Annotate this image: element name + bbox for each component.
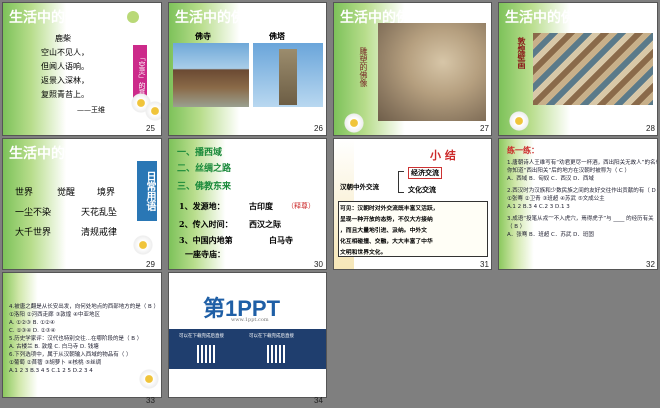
question-line: ①洛阳 ②河西走廊 ③敦煌 ④中亚地区 — [9, 312, 100, 318]
question-line: A．西域 B．匈奴 C．西汉 D．西域 — [507, 176, 594, 182]
side-label: 日常用语 — [137, 161, 157, 221]
info-text: 可以在下载完成后直接 — [179, 334, 224, 339]
question-line: ①张骞 ②卫青 ③班超 ④苏武 ⑤文成公主 — [507, 196, 605, 202]
poem-line: 返景入深林， — [41, 76, 89, 85]
question-line: 4.被唐之翻是从长安出发，向何处地点的西部地方的是（ B ） — [9, 304, 160, 310]
flower-icon — [344, 113, 364, 133]
slide-number: 33 — [146, 396, 155, 405]
slide-thumb-31[interactable]: 小 结 汉朝中外交流 经济交流 文化交流 可见：汉朝时对外交流既丰富又活跃， 呈… — [333, 138, 492, 270]
flower-icon — [133, 235, 153, 255]
question-line: A.1 2 3 B.3 4 5 C.1 2 5 D.2 3 4 — [9, 368, 93, 374]
section-item: 三、佛教东来 — [177, 182, 232, 192]
word: 世界 — [15, 188, 34, 198]
branch-item: 文化交流 — [408, 185, 436, 194]
label-pagoda: 佛塔 — [269, 31, 285, 41]
slide-thumb-30[interactable]: 一、播西域 二、丝绸之路 三、佛教东来 1、发源地： 古印度 （释尊） 2、传入… — [168, 138, 327, 270]
question-line: ①葡萄 ②苜蓿 ③胡萝卜 ④核桃 ⑤丝绸 — [9, 360, 102, 366]
word: 觉醒 — [57, 188, 76, 198]
question-line: 6.下列选项中，属于从汉朝输入西域的物品有（ ） — [9, 352, 132, 358]
slide-title: 生活中的佛教 — [505, 10, 589, 26]
summary-line: 呈现一种开放的态势，不仅大方接纳 — [340, 217, 433, 223]
summary-line: 可见：汉朝时对外交流既丰富又活跃， — [340, 206, 439, 212]
slide-thumb-25[interactable]: 生活中的佛教 鹿柴 空山不见人， 但闻人语响。 返景入深林， 复照青苔上。 ——… — [2, 2, 162, 136]
slide-thumb-33[interactable]: 4.被唐之翻是从长安出发，向何处地点的西部地方的是（ B ） ①洛阳 ②河西走廊… — [2, 272, 162, 398]
pagoda-photo — [253, 43, 323, 107]
poem-line: 复照青苔上。 — [41, 90, 89, 99]
slide-thumb-34[interactable]: 第1PPT www.1ppt.com 可以在下载完成后直接 可以在下载完成后直接 — [168, 272, 327, 398]
slide-thumb-27[interactable]: 生活中的佛教 雕塑的佛像 — [333, 2, 492, 136]
slide-number: 29 — [146, 260, 155, 269]
buddha-statue-photo — [378, 23, 486, 121]
question-line: A. ①②③ B. ①②④ — [9, 320, 55, 326]
word: 清规戒律 — [81, 228, 118, 238]
slide-thumb-28[interactable]: 生活中的佛教 敦煌壁画 — [498, 2, 658, 136]
point-label: 1、发源地： — [179, 201, 225, 211]
slide-number: 25 — [146, 124, 155, 133]
dunhuang-mural-photo — [533, 33, 653, 105]
question-line: 3.成语“投笔从戎”“不入虎穴，焉得虎子”与 ____ 的经历有关 — [507, 216, 654, 222]
question-line: （ B ） — [507, 224, 526, 230]
center-label: 汉朝中外交流 — [340, 183, 379, 191]
slide-title: 生活中的佛教 — [9, 146, 93, 162]
slide-thumb-32[interactable]: 练一练： 1.唐朝诗人王维写有“劝君更尽一杯酒，西出阳关无故人”的名句， 你知道… — [498, 138, 658, 270]
slide-number: 28 — [646, 124, 655, 133]
slide-title: 生活中的佛教 — [175, 10, 259, 26]
poem-title: 鹿柴 — [55, 34, 71, 43]
branch-bracket — [398, 171, 404, 193]
word: 一尘不染 — [15, 208, 52, 218]
question-line: C. ①③④ D. ②③④ — [9, 328, 56, 334]
slide-thumb-29[interactable]: 生活中的佛教 世界 觉醒 境界 一尘不染 天花乱坠 大千世界 清规戒律 日常用语 — [2, 138, 162, 270]
point-note: （释尊） — [287, 202, 315, 210]
info-text: 可以在下载完成后直接 — [249, 334, 294, 339]
qr-code-icon — [197, 345, 215, 363]
poem-line: 但闻人语响。 — [41, 62, 89, 71]
qr-code-icon — [267, 345, 285, 363]
caption-buddha: 雕塑的佛像 — [359, 47, 368, 87]
question-line: 2.西汉时为汉族和少数民族之间的友好交往作出贡献的有（ D ） — [507, 188, 658, 194]
section-item: 一、播西域 — [177, 148, 223, 158]
section-item: 二、丝绸之路 — [177, 164, 232, 174]
point-value: 西汉之际 — [249, 219, 281, 229]
point-label: 3、中国内地第 — [179, 235, 233, 245]
label-temple: 佛寺 — [195, 31, 211, 41]
slide-thumb-26[interactable]: 生活中的佛教 佛寺 佛塔 — [168, 2, 327, 136]
question-line: 1.唐朝诗人王维写有“劝君更尽一杯酒，西出阳关无故人”的名句， — [507, 160, 658, 166]
caption-mural: 敦煌壁画 — [517, 37, 527, 69]
question-line: A. 古楼兰 B. 敦煌 C. 白马寺 D. 钱塘 — [9, 344, 99, 350]
poem-line: 空山不见人， — [41, 48, 89, 57]
summary-line: ，而且大量地引进、汲纳。中外文 — [340, 228, 427, 234]
point-value: 白马寺 — [269, 235, 293, 245]
word: 境界 — [97, 188, 116, 198]
flower-icon — [509, 111, 529, 131]
summary-line: 文明和世界文化。 — [340, 250, 387, 256]
logo-sub: www.1ppt.com — [231, 317, 269, 323]
branch-item: 经济交流 — [408, 167, 442, 179]
flower-icon — [139, 369, 159, 389]
word: 天花乱坠 — [81, 208, 118, 218]
temple-photo — [173, 43, 249, 107]
question-line: A．张骞 B．班超 C．苏武 D．班固 — [507, 232, 594, 238]
slide-number: 30 — [314, 260, 323, 269]
slide-number: 26 — [314, 124, 323, 133]
word: 大千世界 — [15, 228, 52, 238]
exercise-title: 练一练： — [507, 145, 539, 155]
point-label: 2、传入时间： — [179, 219, 233, 229]
summary-title: 小 结 — [430, 149, 456, 162]
point-value: 古印度 — [249, 201, 273, 211]
decor-dot-icon — [127, 11, 139, 23]
slide-title: 生活中的佛教 — [9, 10, 93, 26]
question-line: A.1 2 B.3 4 C.2 3 D.1 3 — [507, 204, 570, 210]
question-line: 5.历史学家评：汉代也特别交往...在哪阶段的是（ B ） — [9, 336, 143, 342]
slide-number: 32 — [646, 260, 655, 269]
point-label: 一座寺庙： — [185, 249, 225, 259]
poem-author: ——王维 — [77, 106, 105, 114]
slide-number: 27 — [480, 124, 489, 133]
slide-number: 34 — [314, 396, 323, 405]
question-line: 你知道“西出阳关”后的地方在汉朝时被称为（ C ） — [507, 168, 631, 174]
summary-line: 化互相碰撞、交融，大大丰富了中华 — [340, 239, 433, 245]
flower-icon — [145, 101, 161, 121]
slide-number: 31 — [480, 260, 489, 269]
